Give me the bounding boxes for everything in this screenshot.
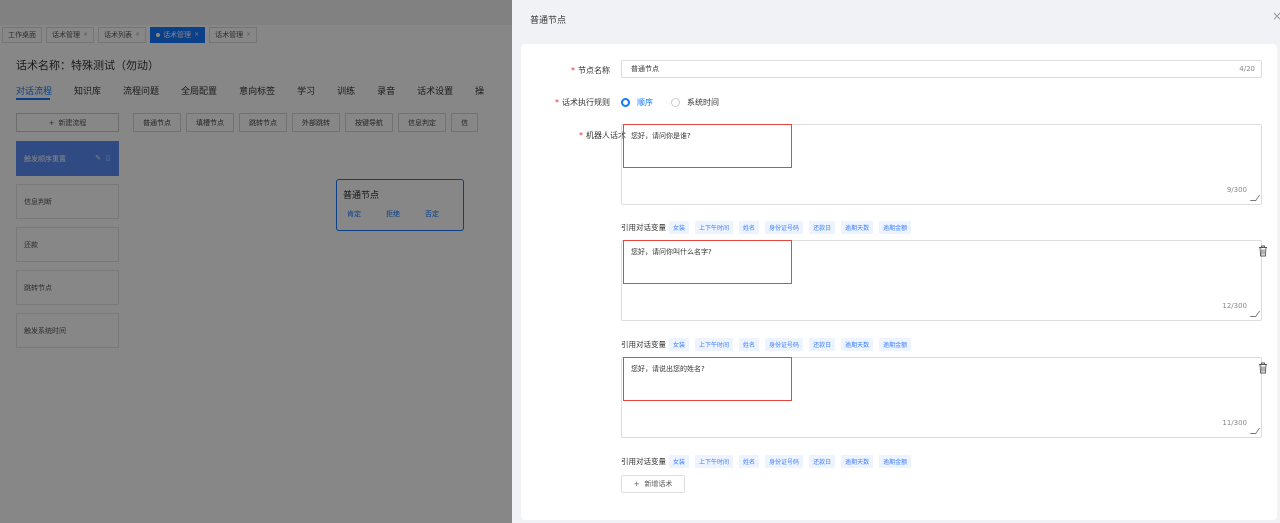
rule-label: * 话术执行规则 bbox=[555, 98, 610, 107]
resize-handle-icon[interactable] bbox=[1249, 311, 1261, 317]
var-chip[interactable]: 逾期金额 bbox=[879, 455, 912, 468]
var-chip[interactable]: 还款日 bbox=[809, 455, 836, 468]
node-name-input[interactable]: 普通节点 4/20 bbox=[621, 60, 1262, 78]
var-chip[interactable]: 逾期金额 bbox=[879, 221, 912, 234]
modal-overlay[interactable] bbox=[0, 0, 512, 523]
var-chip[interactable]: 逾期天数 bbox=[841, 221, 874, 234]
var-chip[interactable]: 身份证号码 bbox=[765, 338, 804, 351]
var-chip[interactable]: 女装 bbox=[669, 221, 690, 234]
var-chip[interactable]: 上下午时间 bbox=[695, 221, 734, 234]
var-chip[interactable]: 姓名 bbox=[739, 455, 760, 468]
add-script-button[interactable]: + 新增话术 bbox=[621, 475, 685, 493]
var-chips: 引用对话变量 女装 上下午时间 姓名 身份证号码 还款日 逾期天数 逾期金额 bbox=[621, 455, 917, 468]
radio-checked-icon bbox=[621, 98, 630, 107]
robot-script-label: * 机器人话术 bbox=[579, 131, 626, 140]
var-chip[interactable]: 逾期金额 bbox=[879, 338, 912, 351]
var-chip[interactable]: 逾期天数 bbox=[841, 338, 874, 351]
trash-icon[interactable] bbox=[1258, 362, 1268, 374]
resize-handle-icon[interactable] bbox=[1249, 195, 1261, 201]
var-chip[interactable]: 上下午时间 bbox=[695, 338, 734, 351]
var-chip[interactable]: 身份证号码 bbox=[765, 455, 804, 468]
plus-icon: + bbox=[633, 480, 640, 488]
close-icon[interactable]: × bbox=[1272, 9, 1280, 23]
node-drawer: 普通节点 × *节点名称 普通节点 4/20 *话术执行规则 顺序 系统时间 bbox=[512, 0, 1280, 523]
rule-radio-group: 顺序 系统时间 bbox=[621, 97, 737, 108]
radio-unchecked-icon bbox=[671, 98, 680, 107]
char-count: 12/300 bbox=[1222, 302, 1247, 310]
rule-radio-sequence[interactable]: 顺序 bbox=[621, 97, 653, 108]
required-mark: * bbox=[555, 98, 559, 107]
var-chip[interactable]: 女装 bbox=[669, 338, 690, 351]
trash-icon[interactable] bbox=[1258, 245, 1268, 257]
script-textarea[interactable]: 您好，请问你叫什么名字? 12/300 bbox=[621, 240, 1262, 321]
char-count: 11/300 bbox=[1222, 419, 1247, 427]
var-chip[interactable]: 上下午时间 bbox=[695, 455, 734, 468]
var-chip[interactable]: 女装 bbox=[669, 455, 690, 468]
var-chip[interactable]: 还款日 bbox=[809, 338, 836, 351]
required-mark: * bbox=[571, 66, 575, 75]
rule-radio-system-time[interactable]: 系统时间 bbox=[671, 97, 719, 108]
drawer-title: 普通节点 bbox=[530, 16, 567, 26]
node-form: * 节点名称 普通节点 4/20 * 话术执行规则 顺序 系统时间 * 机器人话术 bbox=[521, 44, 1277, 520]
var-chip[interactable]: 姓名 bbox=[739, 221, 760, 234]
var-chips: 引用对话变量 女装 上下午时间 姓名 身份证号码 还款日 逾期天数 逾期金额 bbox=[621, 338, 917, 351]
node-name-count: 4/20 bbox=[1239, 65, 1255, 73]
script-textarea[interactable]: 您好，请问你是谁? 9/300 bbox=[621, 124, 1262, 205]
script-textarea[interactable]: 您好，请说出您的姓名? 11/300 bbox=[621, 357, 1262, 438]
var-chip[interactable]: 身份证号码 bbox=[765, 221, 804, 234]
var-chip[interactable]: 姓名 bbox=[739, 338, 760, 351]
var-chip[interactable]: 还款日 bbox=[809, 221, 836, 234]
resize-handle-icon[interactable] bbox=[1249, 428, 1261, 434]
char-count: 9/300 bbox=[1226, 186, 1247, 194]
required-mark: * bbox=[579, 131, 583, 140]
var-chip[interactable]: 逾期天数 bbox=[841, 455, 874, 468]
drawer-header: 普通节点 × bbox=[512, 0, 1280, 37]
var-chips: 引用对话变量 女装 上下午时间 姓名 身份证号码 还款日 逾期天数 逾期金额 bbox=[621, 221, 917, 234]
node-name-label: * 节点名称 bbox=[571, 66, 610, 75]
